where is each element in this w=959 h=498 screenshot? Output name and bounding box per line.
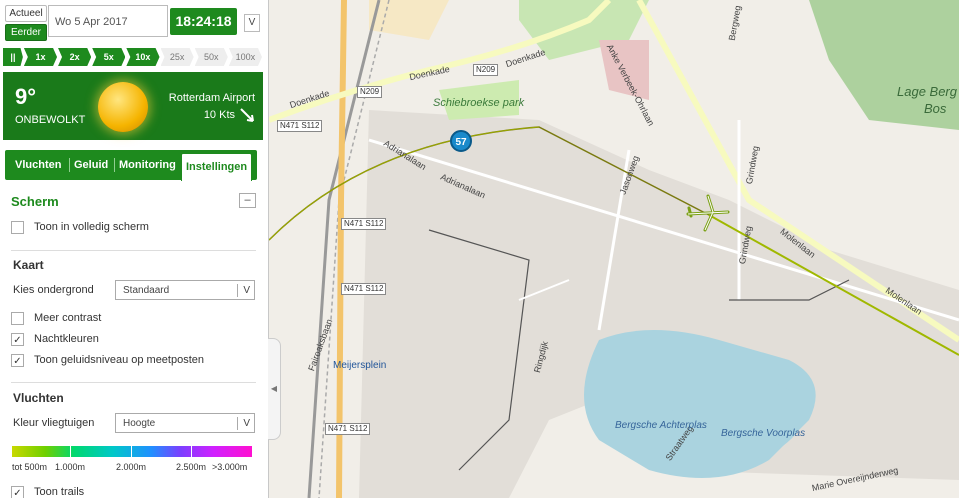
map-canvas[interactable]: 57 N471 S112 N471 S112 N471 S112 N471 S1… <box>269 0 959 498</box>
plane-color-select[interactable]: Hoogte V <box>115 413 255 433</box>
legend-tick <box>70 446 71 457</box>
mode-past-button[interactable]: Eerder <box>5 24 47 41</box>
weather-condition: ONBEWOLKT <box>15 114 86 126</box>
trails-checkbox[interactable]: ✓ <box>11 486 24 498</box>
speed-2x-button[interactable]: 2x <box>58 48 92 66</box>
tab-separator <box>114 158 115 172</box>
road-shield-n471: N471 S112 <box>341 283 387 295</box>
temperature: 9° <box>15 84 37 109</box>
legend-label: 2.500m <box>176 462 207 472</box>
speed-selector: || 1x 2x 5x 10x 25x 50x 100x <box>3 48 263 66</box>
screen-section-title: Scherm <box>11 194 59 209</box>
time-dropdown-button[interactable]: V <box>244 14 260 32</box>
pause-button[interactable]: || <box>3 48 23 66</box>
tab-settings[interactable]: Instellingen <box>181 153 253 181</box>
noise-level-checkbox[interactable]: ✓ <box>11 354 24 367</box>
wind-speed: 10 Kts <box>203 109 235 121</box>
speed-50x-button[interactable]: 50x <box>194 48 228 66</box>
noise-meter-marker[interactable]: 57 <box>450 130 472 152</box>
chevron-down-icon: V <box>243 418 250 429</box>
legend-label: 1.000m <box>55 462 86 472</box>
map-layer <box>269 0 959 498</box>
tab-flights[interactable]: Vluchten <box>15 150 61 180</box>
plane-color-select-value: Hoogte <box>123 418 156 429</box>
select-separator <box>237 284 238 297</box>
trails-label: Toon trails <box>34 486 85 498</box>
speed-1x-button[interactable]: 1x <box>23 48 58 66</box>
control-panel: Actueel Eerder Wo 5 Apr 2017 18:24:18 V … <box>0 0 269 498</box>
background-select-value: Standaard <box>123 285 170 296</box>
contrast-checkbox[interactable] <box>11 312 24 325</box>
weather-widget: 9° ONBEWOLKT Rotterdam Airport 10 Kts <box>3 72 263 140</box>
road-shield-n209: N209 <box>357 86 383 98</box>
map-label-lake: Bergsche Achterplas <box>615 420 707 431</box>
road-shield-n471: N471 S112 <box>277 120 323 132</box>
fullscreen-label: Toon in volledig scherm <box>34 221 149 233</box>
flights-section-title: Vluchten <box>13 391 64 405</box>
map-label-lake: Bergsche Voorplas <box>721 428 806 439</box>
chevron-left-icon[interactable]: ◀ <box>268 338 281 440</box>
speed-5x-button[interactable]: 5x <box>92 48 126 66</box>
date-field[interactable]: Wo 5 Apr 2017 <box>48 5 168 37</box>
road-shield-n471: N471 S112 <box>325 423 371 435</box>
noise-level-label: Toon geluidsniveau op meetposten <box>34 354 205 366</box>
night-colors-label: Nachtkleuren <box>34 333 99 345</box>
divider <box>11 382 256 383</box>
select-separator <box>237 417 238 430</box>
altitude-color-legend <box>12 446 252 457</box>
tab-monitoring[interactable]: Monitoring <box>119 150 176 180</box>
chevron-down-icon: V <box>243 285 250 296</box>
weather-station: Rotterdam Airport <box>168 92 255 104</box>
map-label-park: Schiebroekse park <box>433 97 525 109</box>
road-shield-n209: N209 <box>473 64 499 76</box>
collapse-button[interactable]: – <box>239 193 256 208</box>
legend-label: tot 500m <box>12 462 48 472</box>
plane-color-label: Kleur vliegtuigen <box>13 417 95 429</box>
tab-bar: Vluchten Geluid Monitoring Instellingen <box>5 150 257 181</box>
map-section-title: Kaart <box>13 258 44 272</box>
airplane-icon[interactable] <box>683 192 733 234</box>
speed-25x-button[interactable]: 25x <box>160 48 194 66</box>
legend-tick <box>131 446 132 457</box>
wind-arrow-icon <box>240 108 254 122</box>
legend-label: 2.000m <box>116 462 147 472</box>
map-label-square: Meijersplein <box>333 360 387 371</box>
legend-tick <box>191 446 192 457</box>
background-select[interactable]: Standaard V <box>115 280 255 300</box>
mode-current-button[interactable]: Actueel <box>5 5 47 22</box>
tab-separator <box>69 158 70 172</box>
map-label-forest: Lage Berg <box>897 84 957 99</box>
sun-icon <box>98 82 148 132</box>
road-shield-n471: N471 S112 <box>341 218 387 230</box>
contrast-label: Meer contrast <box>34 312 102 324</box>
background-label: Kies ondergrond <box>13 284 94 296</box>
time-field[interactable]: 18:24:18 <box>170 8 237 35</box>
divider <box>11 250 256 251</box>
fullscreen-checkbox[interactable] <box>11 221 24 234</box>
legend-label: >3.000m <box>212 462 248 472</box>
map-label-forest: Bos <box>924 101 947 116</box>
speed-10x-button[interactable]: 10x <box>126 48 160 66</box>
speed-100x-button[interactable]: 100x <box>228 48 262 66</box>
tab-noise[interactable]: Geluid <box>74 150 108 180</box>
night-colors-checkbox[interactable]: ✓ <box>11 333 24 346</box>
